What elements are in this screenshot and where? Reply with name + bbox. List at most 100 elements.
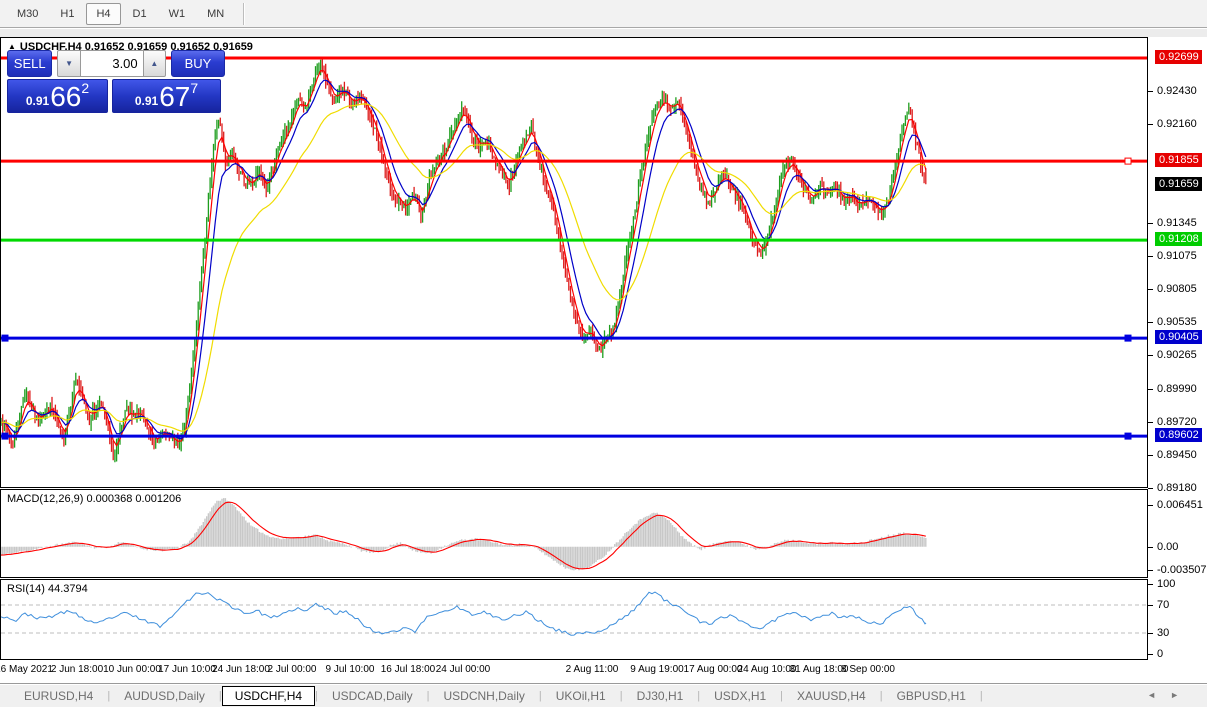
macd-label: MACD(12,26,9) 0.000368 0.001206 bbox=[7, 493, 181, 505]
axis-tick-mark bbox=[1148, 389, 1153, 390]
tab-usdx[interactable]: USDX,H1 bbox=[700, 687, 780, 705]
time-axis-label: 8 Sep 00:00 bbox=[841, 664, 895, 675]
tab-scroll-left-icon[interactable]: ◄ bbox=[1147, 690, 1156, 700]
rsi-tick-label: 0 bbox=[1157, 648, 1163, 660]
volume-increase-button[interactable]: ▲ bbox=[143, 50, 166, 77]
tab-ukoil[interactable]: UKOil,H1 bbox=[542, 687, 620, 705]
macd-tick-label: 0.00 bbox=[1157, 541, 1178, 553]
rsi-pane[interactable]: RSI(14) 44.3794 bbox=[0, 579, 1148, 660]
timeframe-button-h4[interactable]: H4 bbox=[86, 3, 120, 25]
volume-input[interactable] bbox=[81, 50, 143, 77]
timeframe-button-d1[interactable]: D1 bbox=[123, 3, 157, 25]
tab-eurusd[interactable]: EURUSD,H4 bbox=[10, 687, 107, 705]
rsi-tick-label: 70 bbox=[1157, 599, 1169, 611]
time-axis-label: 17 Aug 00:00 bbox=[684, 664, 743, 675]
macd-histogram bbox=[1, 498, 926, 570]
ask-price-display[interactable]: 0.91 67 7 bbox=[112, 79, 221, 113]
axis-tick-mark bbox=[1148, 256, 1153, 257]
tab-scroll-right-icon[interactable]: ► bbox=[1170, 690, 1179, 700]
price-tick-label: 0.89990 bbox=[1157, 383, 1197, 395]
tab-gbpusd[interactable]: GBPUSD,H1 bbox=[883, 687, 980, 705]
timeframe-toolbar: M30H1H4D1W1MN bbox=[0, 0, 1207, 28]
timeframe-button-h1[interactable]: H1 bbox=[50, 3, 84, 25]
candles-up bbox=[1, 60, 909, 463]
rsi-tick-label: 100 bbox=[1157, 578, 1175, 590]
hline-handle-right[interactable] bbox=[1125, 335, 1131, 341]
price-tick-label: 0.92160 bbox=[1157, 118, 1197, 130]
price-tick-label: 0.91075 bbox=[1157, 250, 1197, 262]
sell-button[interactable]: SELL bbox=[7, 50, 52, 77]
axis-tick-mark bbox=[1148, 455, 1153, 456]
axis-tick-mark bbox=[1148, 633, 1153, 634]
time-axis-label: 9 Jul 10:00 bbox=[326, 664, 375, 675]
macd-tick-label: 0.006451 bbox=[1157, 499, 1203, 511]
arrow-down-icon: ▼ bbox=[65, 59, 73, 68]
axis-tick-mark bbox=[1148, 422, 1153, 423]
rsi-line bbox=[1, 592, 926, 635]
time-axis-label: 2 Aug 11:00 bbox=[566, 664, 619, 675]
bid-price-display[interactable]: 0.91 66 2 bbox=[7, 79, 108, 113]
macd-signal-line bbox=[1, 502, 926, 569]
tab-dj30[interactable]: DJ30,H1 bbox=[623, 687, 698, 705]
timeframe-button-m30[interactable]: M30 bbox=[7, 3, 48, 25]
time-axis[interactable]: 26 May 20212 Jun 18:0010 Jun 00:0017 Jun… bbox=[0, 660, 1207, 682]
ask-price-big-digits: 67 bbox=[159, 83, 190, 111]
axis-tick-mark bbox=[1148, 505, 1153, 506]
tab-usdchf[interactable]: USDCHF,H4 bbox=[222, 686, 315, 706]
time-axis-label: 10 Jun 00:00 bbox=[103, 664, 161, 675]
price-axis[interactable]: 0.924300.921600.913450.910750.908050.905… bbox=[1148, 37, 1207, 660]
candles-down bbox=[3, 57, 926, 460]
macd-pane[interactable]: MACD(12,26,9) 0.000368 0.001206 bbox=[0, 489, 1148, 578]
hline-handle-left[interactable] bbox=[2, 335, 8, 341]
price-tick-label: 0.92430 bbox=[1157, 85, 1197, 97]
time-axis-label: 31 Aug 18:00 bbox=[790, 664, 849, 675]
price-tick-label: 0.91345 bbox=[1157, 217, 1197, 229]
volume-decrease-button[interactable]: ▼ bbox=[57, 50, 80, 77]
price-level-badge: 0.91855 bbox=[1155, 153, 1202, 167]
axis-tick-mark bbox=[1148, 584, 1153, 585]
price-tick-label: 0.90265 bbox=[1157, 349, 1197, 361]
axis-tick-mark bbox=[1148, 223, 1153, 224]
tab-audusd[interactable]: AUDUSD,Daily bbox=[110, 687, 219, 705]
hline-handle-right[interactable] bbox=[1125, 158, 1131, 164]
price-tick-label: 0.89720 bbox=[1157, 416, 1197, 428]
time-axis-label: 17 Jun 10:00 bbox=[158, 664, 216, 675]
rsi-label: RSI(14) 44.3794 bbox=[7, 583, 88, 595]
tab-scroll-controls: ◄ ► bbox=[1147, 690, 1179, 700]
rsi-tick-label: 30 bbox=[1157, 627, 1169, 639]
price-level-badge: 0.89602 bbox=[1155, 428, 1202, 442]
price-tick-label: 0.90805 bbox=[1157, 283, 1197, 295]
bid-price-pip-digit: 2 bbox=[81, 81, 89, 95]
toolbar-separator bbox=[243, 3, 244, 25]
timeframe-button-mn[interactable]: MN bbox=[197, 3, 234, 25]
timeframe-button-w1[interactable]: W1 bbox=[159, 3, 196, 25]
axis-tick-mark bbox=[1148, 547, 1153, 548]
time-axis-label: 2 Jun 18:00 bbox=[51, 664, 103, 675]
price-tick-label: 0.89180 bbox=[1157, 482, 1197, 494]
price-tick-label: 0.89450 bbox=[1157, 449, 1197, 461]
hline-handle-right[interactable] bbox=[1125, 433, 1131, 439]
time-axis-label: 2 Jul 00:00 bbox=[268, 664, 317, 675]
macd-tick-label: -0.003507 bbox=[1157, 564, 1207, 576]
axis-tick-mark bbox=[1148, 605, 1153, 606]
ask-price-pip-digit: 7 bbox=[190, 81, 198, 95]
hline-handle-left[interactable] bbox=[2, 433, 8, 439]
timeframe-buttons: M30H1H4D1W1MN bbox=[6, 3, 235, 25]
time-axis-label: 16 Jul 18:00 bbox=[381, 664, 436, 675]
tab-xauusd[interactable]: XAUUSD,H4 bbox=[783, 687, 880, 705]
buy-button[interactable]: BUY bbox=[171, 50, 225, 77]
ma-mid-line bbox=[1, 80, 926, 439]
window-strip bbox=[0, 29, 1207, 37]
axis-tick-mark bbox=[1148, 570, 1153, 571]
price-level-badge: 0.91659 bbox=[1155, 177, 1202, 191]
time-axis-label: 9 Aug 19:00 bbox=[630, 664, 683, 675]
price-level-badge: 0.91208 bbox=[1155, 232, 1202, 246]
tab-usdcad[interactable]: USDCAD,Daily bbox=[318, 687, 427, 705]
chart-tabs: EURUSD,H4|AUDUSD,Daily|USDCHF,H4|USDCAD,… bbox=[10, 686, 983, 706]
trade-panel-row2: 0.91 66 2 0.91 67 7 bbox=[7, 79, 225, 113]
ma-slow-line bbox=[1, 104, 926, 431]
time-axis-label: 24 Aug 10:00 bbox=[738, 664, 797, 675]
time-axis-label: 24 Jun 18:00 bbox=[212, 664, 270, 675]
tab-usdcnh[interactable]: USDCNH,Daily bbox=[430, 687, 539, 705]
axis-tick-mark bbox=[1148, 289, 1153, 290]
